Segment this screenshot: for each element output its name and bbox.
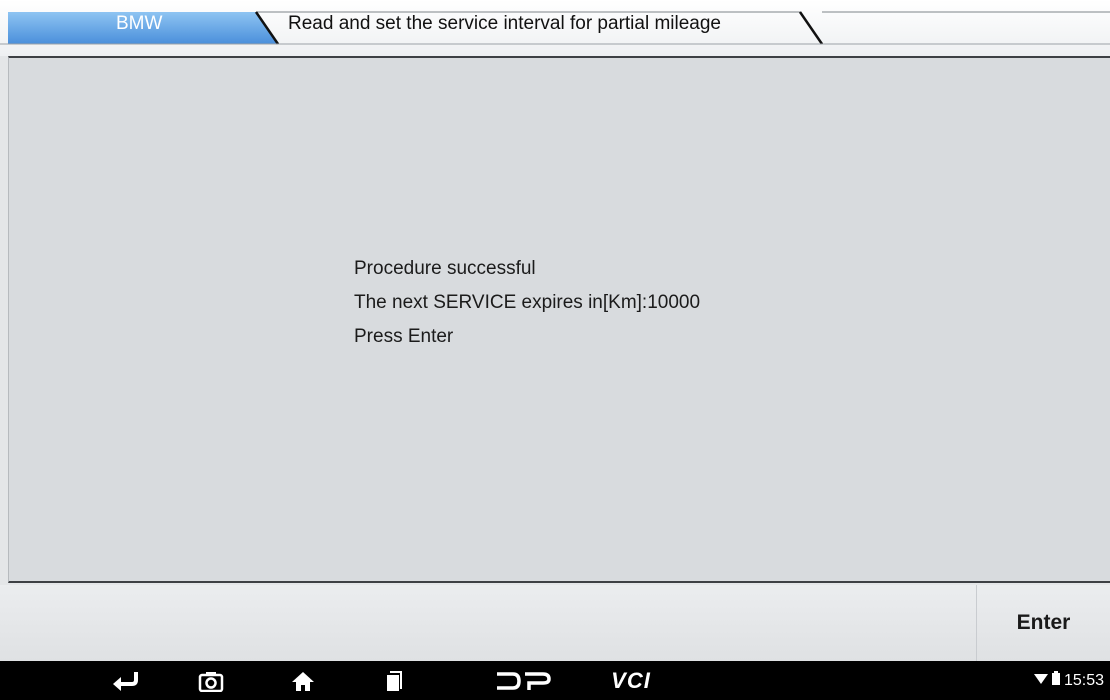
vci-label: VCI <box>611 667 651 693</box>
recent-apps-icon[interactable] <box>370 661 420 700</box>
message-text: Procedure successful The next SERVICE ex… <box>354 252 700 354</box>
navigation-bar: VCI 15:53 <box>0 661 1110 700</box>
breadcrumb: BMW Read and set the service interval fo… <box>0 0 1110 56</box>
breadcrumb-brand[interactable]: BMW <box>116 11 162 37</box>
status-time: 15:53 <box>1063 672 1104 689</box>
message-line-service: The next SERVICE expires in[Km]:10000 <box>354 292 701 313</box>
dp-icon[interactable] <box>488 661 558 700</box>
screenshot-icon[interactable] <box>186 661 236 700</box>
breadcrumb-function: Read and set the service interval for pa… <box>288 13 722 34</box>
status-area: 15:53 <box>1033 661 1104 700</box>
message-line-instruction: Press Enter <box>354 326 454 347</box>
vci-icon[interactable]: VCI <box>596 661 666 700</box>
battery-icon <box>1051 661 1060 700</box>
wifi-icon <box>1033 661 1048 700</box>
message-panel: Procedure successful The next SERVICE ex… <box>8 56 1110 583</box>
back-icon[interactable] <box>100 661 150 700</box>
message-line-status: Procedure successful <box>354 258 536 279</box>
home-icon[interactable] <box>278 661 328 700</box>
enter-button[interactable]: Enter <box>976 585 1110 661</box>
action-bar: Enter <box>0 585 1110 661</box>
